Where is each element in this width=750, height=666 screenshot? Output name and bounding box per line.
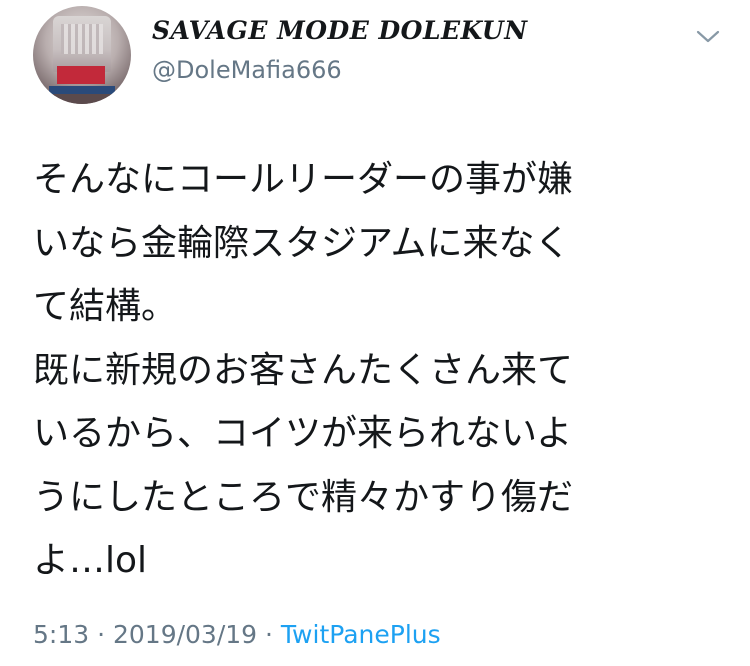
tweet-text-line: そんなにコールリーダーの事が嫌 bbox=[33, 159, 574, 200]
tweet-text-line: て結構。 bbox=[33, 286, 178, 327]
tweet-time[interactable]: 5:13 bbox=[33, 620, 89, 649]
profile-avatar[interactable] bbox=[33, 6, 131, 104]
user-handle[interactable]: @DoleMafia666 bbox=[152, 56, 342, 84]
avatar-floor-graphic bbox=[33, 94, 131, 104]
tweet-date[interactable]: 2019/03/19 bbox=[113, 620, 257, 649]
tweet-text-line: いるから、コイツが来られないよ bbox=[33, 413, 573, 454]
meta-separator: · bbox=[89, 620, 113, 649]
tweet-source-link[interactable]: TwitPanePlus bbox=[281, 620, 441, 649]
tweet-text-line: よ…lol bbox=[33, 540, 148, 581]
tweet-header: SAVAGE MODE DOLEKUN @DoleMafia666 bbox=[0, 0, 750, 120]
tweet-text: そんなにコールリーダーの事が嫌 いなら金輪際スタジアムに来なく て結構。 既に新… bbox=[33, 148, 713, 593]
tweet-text-line: うにしたところで精々かすり傷だ bbox=[33, 476, 574, 518]
chevron-down-icon[interactable] bbox=[694, 26, 722, 48]
tweet-text-line: いなら金輪際スタジアムに来なく bbox=[33, 222, 571, 264]
avatar-sign-graphic bbox=[57, 66, 105, 84]
tweet-text-line: 既に新規のお客さんたくさん来て bbox=[33, 349, 574, 391]
avatar-building-graphic bbox=[53, 16, 111, 72]
meta-separator: · bbox=[257, 620, 281, 649]
tweet-meta: 5:13 · 2019/03/19 · TwitPanePlus bbox=[33, 620, 441, 649]
display-name[interactable]: SAVAGE MODE DOLEKUN bbox=[152, 16, 528, 45]
